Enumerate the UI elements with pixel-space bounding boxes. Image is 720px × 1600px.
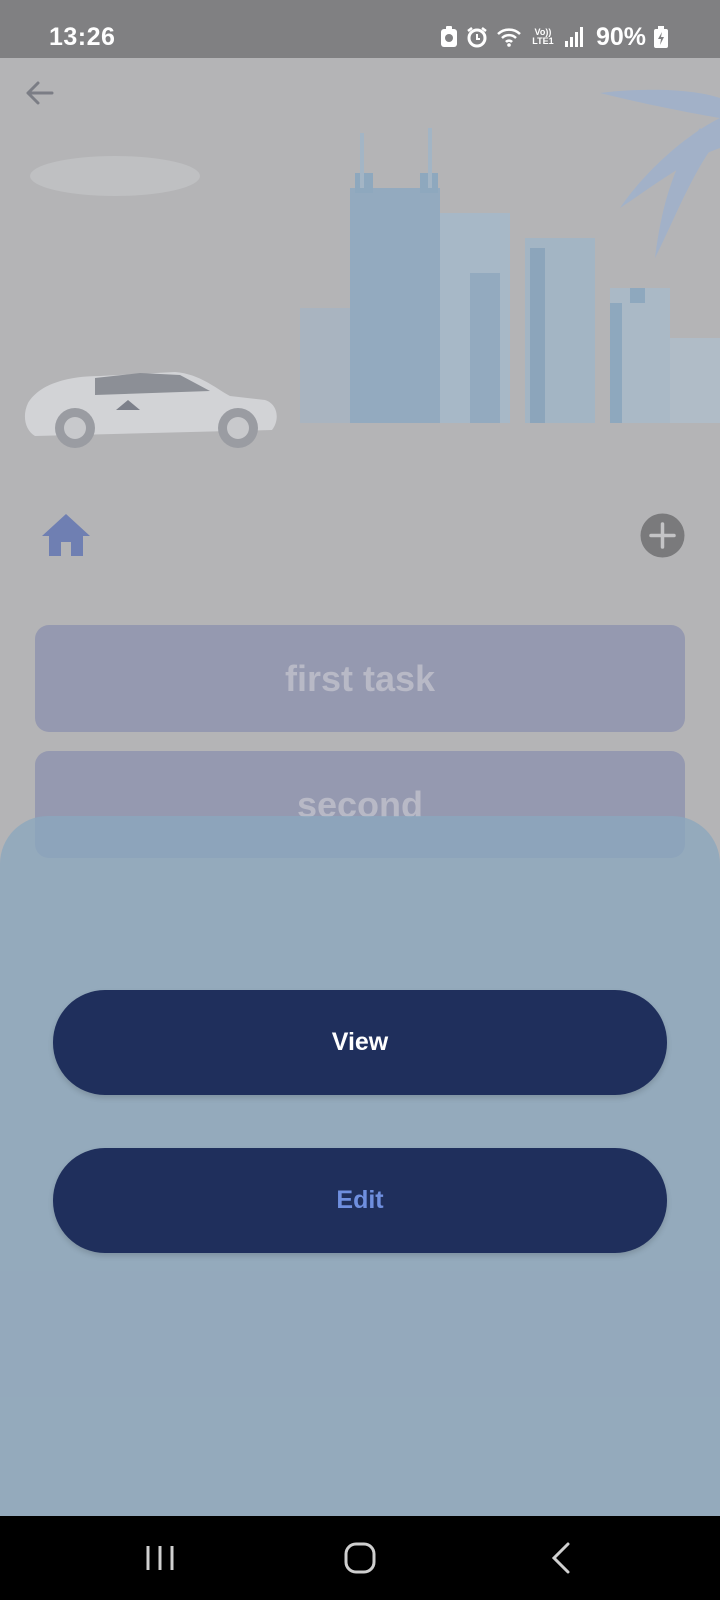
battery-charging-icon — [654, 26, 668, 48]
wifi-icon — [496, 26, 522, 48]
home-nav-button[interactable] — [340, 1538, 380, 1578]
home-icon — [42, 514, 90, 556]
home-button[interactable] — [40, 512, 92, 558]
signal-icon — [564, 26, 584, 48]
back-arrow-icon — [26, 81, 54, 105]
navigation-bar — [0, 1516, 720, 1600]
add-circle-icon — [640, 513, 685, 558]
back-nav-button[interactable] — [542, 1538, 582, 1578]
battery-percent: 90% — [595, 22, 646, 51]
recents-icon — [146, 1546, 174, 1570]
home-button-icon — [344, 1542, 376, 1574]
status-icons: Vo)) LTE1 90% — [440, 22, 668, 52]
alarm-icon — [466, 26, 488, 48]
add-task-button[interactable] — [640, 513, 685, 558]
view-button[interactable]: View — [53, 990, 667, 1095]
city-illustration — [0, 89, 720, 458]
back-button[interactable] — [22, 76, 56, 110]
back-icon — [551, 1542, 570, 1574]
task-card[interactable]: first task — [35, 625, 685, 732]
status-bar: 13:26 Vo)) LTE1 90% — [0, 0, 720, 58]
app-notification-icon — [440, 26, 458, 48]
edit-button[interactable]: Edit — [53, 1148, 667, 1253]
status-time: 13:26 — [49, 23, 116, 51]
volte-icon: Vo)) LTE1 — [532, 27, 554, 46]
recents-button[interactable] — [140, 1538, 180, 1578]
task-title: first task — [284, 657, 436, 699]
